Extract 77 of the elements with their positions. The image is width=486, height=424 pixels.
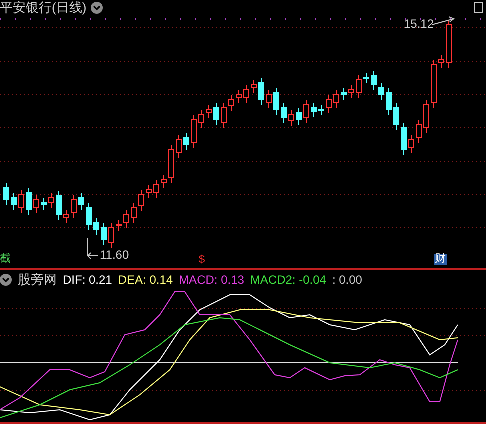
candlestick <box>71 194 77 218</box>
dropdown-icon[interactable] <box>90 2 103 14</box>
candlestick <box>146 184 152 198</box>
candlestick <box>168 144 174 184</box>
chart-title: 平安银行(日线) <box>0 1 87 14</box>
candlestick <box>386 88 392 116</box>
candlestick <box>138 190 144 212</box>
candlestick <box>288 110 294 126</box>
event-marker: 截 <box>0 254 11 265</box>
candlestick <box>78 192 84 210</box>
candlestick <box>281 102 287 124</box>
candlestick <box>378 82 384 100</box>
event-marker: $ <box>199 255 206 266</box>
candlestick <box>311 102 317 118</box>
indicator-value: MACD2: -0.04 <box>250 274 326 286</box>
candlestick <box>4 182 10 206</box>
candlestick <box>34 194 40 214</box>
candlestick <box>416 120 422 144</box>
candlestick <box>296 108 302 126</box>
candlestick <box>228 94 234 112</box>
candlestick <box>176 134 182 158</box>
candlestick <box>341 88 347 100</box>
candlestick <box>304 100 310 124</box>
candlestick <box>438 54 444 68</box>
indicator-value: MACD: 0.13 <box>179 274 244 286</box>
candlestick <box>318 104 324 116</box>
leader-line <box>432 16 456 26</box>
candlestick <box>124 210 130 228</box>
candlestick <box>131 202 137 224</box>
candlestick <box>356 74 362 98</box>
candlestick <box>214 102 220 126</box>
candlestick <box>236 90 242 104</box>
candlestick <box>424 100 430 134</box>
candlestick <box>94 218 100 236</box>
candlestick <box>154 180 160 198</box>
candlestick <box>401 122 407 156</box>
candlestick <box>334 90 340 108</box>
candlestick <box>198 110 204 128</box>
candlestick <box>206 104 212 118</box>
candlestick <box>326 94 332 114</box>
candlestick <box>348 84 354 98</box>
candlestick <box>101 222 107 246</box>
candlestick <box>371 70 377 90</box>
price-label: 15.12 <box>404 18 434 30</box>
candlestick <box>56 190 62 220</box>
candlestick <box>394 102 400 130</box>
candlestick <box>116 220 122 232</box>
candlestick <box>251 80 257 94</box>
indicator-value: DEA: 0.14 <box>118 274 174 286</box>
indicator-value: DIF: 0.21 <box>63 274 112 286</box>
candlestick <box>221 102 227 128</box>
dropdown-icon[interactable] <box>0 274 12 286</box>
candlestick <box>41 198 47 210</box>
candlestick <box>86 202 92 230</box>
candlestick <box>446 20 452 68</box>
indicator-name: 股旁网 <box>18 273 57 286</box>
panel-icon[interactable] <box>474 2 484 14</box>
candlestick <box>26 188 32 216</box>
candlestick <box>364 72 370 84</box>
event-marker: 财 <box>434 254 447 265</box>
candlestick <box>266 90 272 108</box>
price-label: 11.60 <box>100 249 130 261</box>
candlestick <box>11 192 17 210</box>
candlestick <box>108 222 114 248</box>
candlestick <box>258 78 264 106</box>
candlestick <box>274 88 280 116</box>
candlestick <box>431 60 437 108</box>
candlestick <box>161 174 167 188</box>
candlestick <box>408 134 414 154</box>
candlestick <box>48 192 54 208</box>
leader-line <box>87 238 98 260</box>
candlestick <box>18 190 24 214</box>
indicator-value: : 0.00 <box>332 274 362 286</box>
candlestick <box>191 114 197 148</box>
candlestick <box>64 210 70 224</box>
candlestick <box>244 84 250 104</box>
candlestick <box>184 132 190 150</box>
